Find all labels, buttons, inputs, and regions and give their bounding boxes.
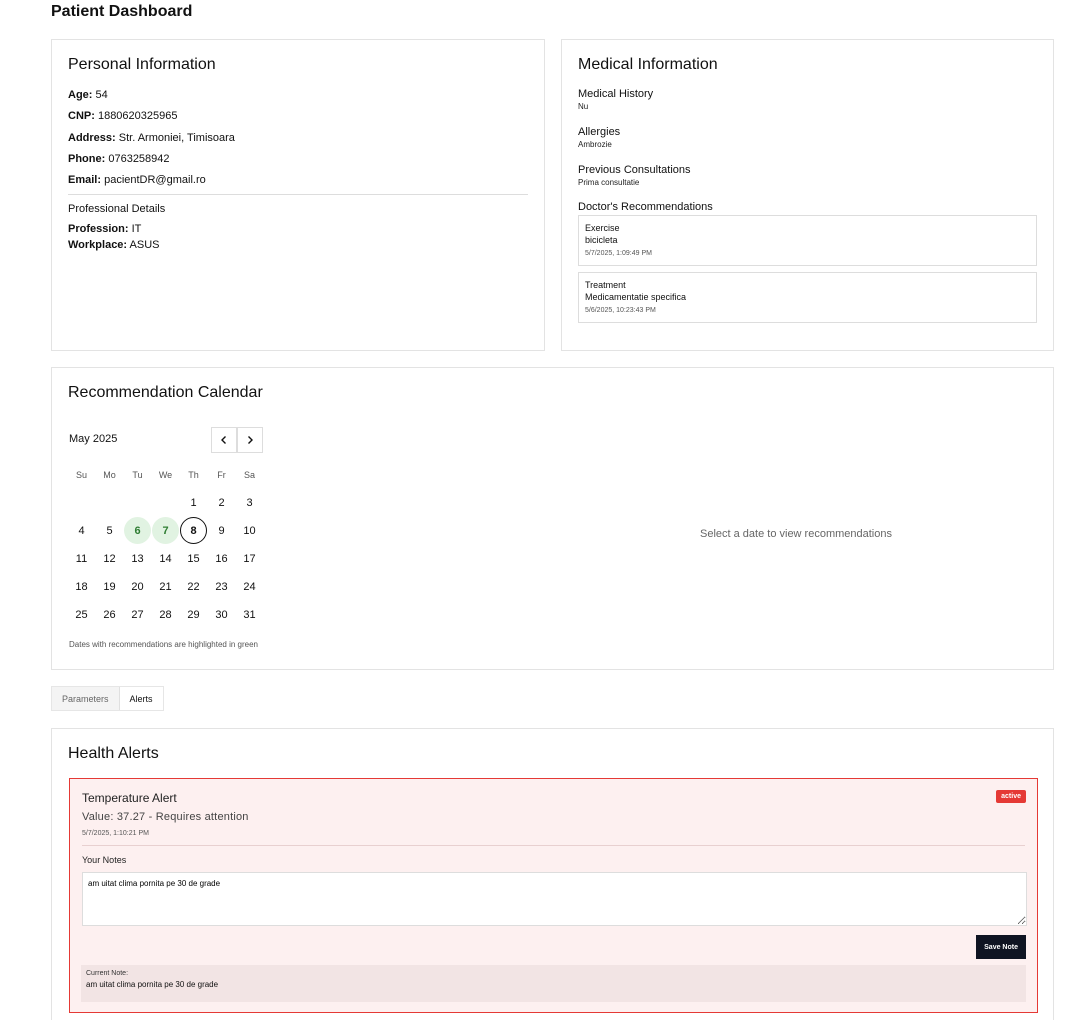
calendar-empty-state: Select a date to view recommendations xyxy=(700,528,892,540)
weekday-header: Sa xyxy=(243,470,255,480)
calendar-day[interactable]: 22 xyxy=(180,573,207,600)
alert-title: Temperature Alert xyxy=(82,791,177,805)
calendar-day[interactable]: 7 xyxy=(152,517,179,544)
weekday-header: Su xyxy=(75,470,87,480)
tab-parameters[interactable]: Parameters xyxy=(52,687,119,710)
tab-alerts[interactable]: Alerts xyxy=(118,687,163,710)
status-badge: active xyxy=(996,790,1026,803)
alert-divider xyxy=(82,845,1025,846)
address-row: Address: Str. Armoniei, Timisoara xyxy=(68,131,235,144)
workplace-value: ASUS xyxy=(129,239,160,252)
calendar-day[interactable]: 26 xyxy=(96,601,123,628)
health-alerts-title: Health Alerts xyxy=(68,745,159,762)
calendar-day[interactable]: 18 xyxy=(68,573,95,600)
profession-value: IT xyxy=(131,223,142,236)
calendar-day[interactable]: 25 xyxy=(68,601,95,628)
calendar-day[interactable]: 19 xyxy=(96,573,123,600)
weekday-header: Fr xyxy=(217,470,226,480)
calendar-day[interactable]: 29 xyxy=(180,601,207,628)
previous-month-button[interactable] xyxy=(211,427,237,453)
alert-value: Value: 37.27 - Requires attention xyxy=(82,811,249,823)
recommendation-item: Exercise bicicleta 5/7/2025, 1:09:49 PM xyxy=(578,215,1037,266)
calendar-legend-note: Dates with recommendations are highlight… xyxy=(69,640,258,649)
recommendation-calendar-card: Recommendation Calendar May 2025 Su Mo Tu W… xyxy=(51,367,1054,670)
notes-label: Your Notes xyxy=(82,855,127,865)
current-note: Current Note: am uitat clima pornita pe … xyxy=(81,965,1026,1002)
notes-textarea[interactable] xyxy=(82,872,1027,926)
alert-item: Temperature Alert Value: 37.27 - Require… xyxy=(69,778,1038,1013)
calendar-day[interactable]: 4 xyxy=(68,517,95,544)
calendar-day[interactable]: 14 xyxy=(152,545,179,572)
chevron-left-icon xyxy=(221,436,226,444)
profession-row: Profession: IT xyxy=(68,223,142,236)
cnp-value: 1880620325965 xyxy=(97,110,178,123)
chevron-right-icon xyxy=(248,436,253,444)
phone-row: Phone: 0763258942 xyxy=(68,152,170,165)
calendar-day[interactable]: 2 xyxy=(208,489,235,516)
calendar-day[interactable]: 5 xyxy=(96,517,123,544)
section-divider xyxy=(68,194,528,196)
recommendation-item: Treatment Medicamentatie specifica 5/6/2… xyxy=(578,272,1037,323)
workplace-row: Workplace: ASUS xyxy=(68,239,160,252)
email-row: Email: pacientDR@gmail.ro xyxy=(68,174,206,187)
calendar-day[interactable]: 11 xyxy=(68,545,95,572)
calendar-day[interactable]: 15 xyxy=(180,545,207,572)
calendar-day[interactable]: 8 xyxy=(180,517,207,544)
calendar-day[interactable]: 24 xyxy=(236,573,263,600)
calendar-day[interactable]: 3 xyxy=(236,489,263,516)
calendar-title: Recommendation Calendar xyxy=(68,384,263,401)
next-month-button[interactable] xyxy=(237,427,263,453)
medical-info-card: Medical Information Medical History Nu A… xyxy=(561,39,1054,351)
alert-date: 5/7/2025, 1:10:21 PM xyxy=(82,830,149,837)
personal-info-title: Personal Information xyxy=(68,56,216,73)
calendar-day[interactable]: 16 xyxy=(208,545,235,572)
calendar-day[interactable]: 17 xyxy=(236,545,263,572)
calendar-day[interactable]: 28 xyxy=(152,601,179,628)
phone-value: 0763258942 xyxy=(108,152,170,165)
age-row: Age: 54 xyxy=(68,89,108,101)
weekday-header: Mo xyxy=(103,470,116,480)
calendar-day[interactable]: 1 xyxy=(180,489,207,516)
weekday-header: Th xyxy=(188,470,199,480)
previous-consultations: Previous Consultations Prima consultatie xyxy=(578,164,691,187)
personal-info-card: Personal Information Age: 54 CNP: 188062… xyxy=(51,39,545,351)
calendar-day[interactable]: 30 xyxy=(208,601,235,628)
calendar-day[interactable]: 13 xyxy=(124,545,151,572)
calendar-day[interactable]: 9 xyxy=(208,517,235,544)
calendar-day[interactable]: 21 xyxy=(152,573,179,600)
medical-history: Medical History Nu xyxy=(578,88,654,111)
dashboard-tabs: Parameters Alerts xyxy=(51,686,164,711)
page-title: Patient Dashboard xyxy=(51,3,193,20)
professional-details-title: Professional Details xyxy=(68,203,166,216)
calendar-day[interactable]: 31 xyxy=(236,601,263,628)
address-value: Str. Armoniei, Timisoara xyxy=(118,131,235,144)
recommendations-heading: Doctor's Recommendations xyxy=(578,201,713,213)
weekday-header: We xyxy=(158,470,173,480)
calendar-day[interactable]: 10 xyxy=(236,517,263,544)
age-value: 54 xyxy=(95,89,108,101)
medical-info-title: Medical Information xyxy=(578,56,718,73)
weekday-header: Tu xyxy=(132,470,143,480)
calendar-day[interactable]: 20 xyxy=(124,573,151,600)
cnp-row: CNP: 1880620325965 xyxy=(68,110,178,123)
email-value: pacientDR@gmail.ro xyxy=(104,174,206,187)
calendar-day[interactable]: 6 xyxy=(124,517,151,544)
calendar-day[interactable]: 23 xyxy=(208,573,235,600)
allergies: Allergies Ambrozie xyxy=(578,126,621,149)
calendar-day[interactable]: 27 xyxy=(124,601,151,628)
calendar-month-label: May 2025 xyxy=(69,433,118,445)
health-alerts-card: Health Alerts Temperature Alert Value: 3… xyxy=(51,728,1054,1020)
save-note-button[interactable]: Save Note xyxy=(976,935,1026,959)
calendar-day[interactable]: 12 xyxy=(96,545,123,572)
